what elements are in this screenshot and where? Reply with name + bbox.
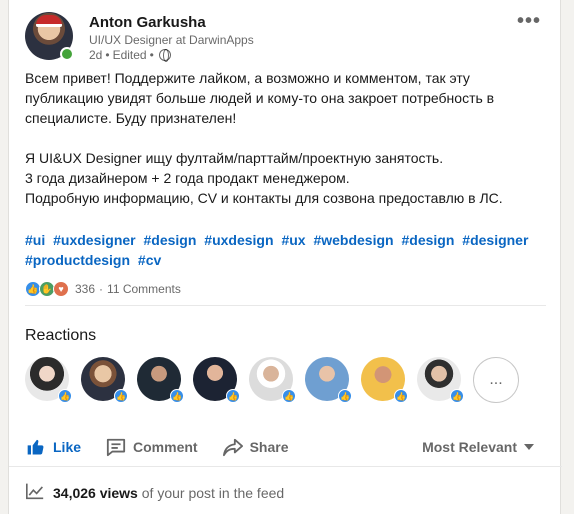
post-meta: 2d • Edited • bbox=[89, 48, 171, 62]
hashtag-link[interactable]: #design bbox=[401, 230, 454, 250]
sort-dropdown[interactable]: Most Relevant bbox=[422, 439, 534, 455]
hashtag-link[interactable]: #productdesign bbox=[25, 250, 130, 270]
author-name[interactable]: Anton Garkusha bbox=[89, 14, 206, 31]
reactor-avatar[interactable]: 👍 bbox=[361, 357, 408, 403]
reactor-avatar[interactable]: 👍 bbox=[417, 357, 464, 403]
action-bar: Like Comment Share Most Relevant bbox=[25, 432, 550, 462]
hashtags: #ui #uxdesigner #design #uxdesign #ux #w… bbox=[25, 230, 540, 270]
like-badge-icon: 👍 bbox=[226, 389, 240, 403]
hashtag-link[interactable]: #uxdesign bbox=[204, 230, 273, 250]
thumbs-up-icon bbox=[25, 437, 47, 457]
post-text-line: Всем привет! Поддержите лайком, а возмож… bbox=[25, 70, 470, 86]
hashtag-link[interactable]: #designer bbox=[462, 230, 528, 250]
like-badge-icon: 👍 bbox=[394, 389, 408, 403]
hashtag-link[interactable]: #uxdesigner bbox=[53, 230, 135, 250]
comments-count[interactable]: 11 Comments bbox=[107, 282, 181, 296]
views-count: 34,026 views bbox=[53, 484, 138, 501]
comment-label: Comment bbox=[133, 439, 198, 455]
reactor-avatar[interactable]: 👍 bbox=[249, 357, 296, 403]
like-badge-icon: 👍 bbox=[114, 389, 128, 403]
analytics-icon bbox=[25, 482, 45, 503]
divider bbox=[9, 466, 562, 467]
hashtag-link[interactable]: #cv bbox=[138, 250, 161, 270]
count-separator: · bbox=[99, 282, 104, 296]
more-options-icon[interactable]: ••• bbox=[517, 11, 541, 31]
reactor-avatar[interactable]: 👍 bbox=[81, 357, 128, 403]
like-badge-icon: 👍 bbox=[58, 389, 72, 403]
like-badge-icon: 👍 bbox=[170, 389, 184, 403]
hashtag-link[interactable]: #ui bbox=[25, 230, 45, 250]
hashtag-link[interactable]: #webdesign bbox=[313, 230, 393, 250]
love-reaction-icon: ♥ bbox=[53, 281, 69, 297]
reactors-list: 👍 👍 👍 👍 👍 👍 👍 👍 ... bbox=[25, 357, 519, 403]
hashtag-link[interactable]: #design bbox=[144, 230, 197, 250]
reactor-avatar[interactable]: 👍 bbox=[137, 357, 184, 403]
reactor-avatar[interactable]: 👍 bbox=[25, 357, 72, 403]
hashtag-link[interactable]: #ux bbox=[281, 230, 305, 250]
meta-separator: • bbox=[149, 48, 154, 62]
share-button[interactable]: Share bbox=[222, 437, 289, 457]
share-icon bbox=[222, 437, 244, 457]
more-reactors-button[interactable]: ... bbox=[473, 357, 519, 403]
globe-icon bbox=[158, 49, 171, 62]
post-text-line: Подробную информацию, CV и контакты для … bbox=[25, 190, 503, 206]
reactor-avatar[interactable]: 👍 bbox=[305, 357, 352, 403]
author-headline: UI/UX Designer at DarwinApps bbox=[89, 33, 254, 47]
edited-label: Edited bbox=[112, 48, 147, 62]
like-badge-icon: 👍 bbox=[338, 389, 352, 403]
like-label: Like bbox=[53, 439, 82, 455]
post-text-line: Я UI&UX Designer ищу фултайм/парттайм/пр… bbox=[25, 150, 444, 166]
reaction-count[interactable]: 336 bbox=[75, 282, 95, 296]
views-suffix: of your post in the feed bbox=[141, 484, 285, 501]
like-badge-icon: 👍 bbox=[282, 389, 296, 403]
share-label: Share bbox=[249, 439, 289, 455]
reactor-avatar[interactable]: 👍 bbox=[193, 357, 240, 403]
comment-button[interactable]: Comment bbox=[105, 437, 198, 457]
divider bbox=[25, 305, 546, 306]
post-time: 2d bbox=[89, 48, 103, 62]
like-badge-icon: 👍 bbox=[450, 389, 464, 403]
social-counts[interactable]: 👍 ✋ ♥ 336 · 11 Comments bbox=[25, 281, 181, 297]
post-card: Anton Garkusha UI/UX Designer at DarwinA… bbox=[8, 0, 562, 514]
post-text-line: специалисте. Буду признателен! bbox=[25, 110, 237, 126]
caret-down-icon bbox=[524, 444, 534, 450]
post-views[interactable]: 34,026 views of your post in the feed bbox=[25, 482, 284, 503]
post-header: Anton Garkusha UI/UX Designer at DarwinA… bbox=[25, 11, 545, 62]
comment-icon bbox=[105, 437, 127, 457]
meta-separator: • bbox=[105, 48, 110, 62]
reactions-heading: Reactions bbox=[25, 327, 97, 344]
post-text: Всем привет! Поддержите лайком, а возмож… bbox=[25, 68, 540, 208]
post-text-line: публикацию увидят больше людей и кому-то… bbox=[25, 90, 495, 106]
sort-label: Most Relevant bbox=[422, 439, 517, 455]
like-button[interactable]: Like bbox=[25, 437, 81, 457]
post-text-line: 3 года дизайнером + 2 года продакт менед… bbox=[25, 170, 350, 186]
online-status-indicator bbox=[60, 47, 74, 61]
